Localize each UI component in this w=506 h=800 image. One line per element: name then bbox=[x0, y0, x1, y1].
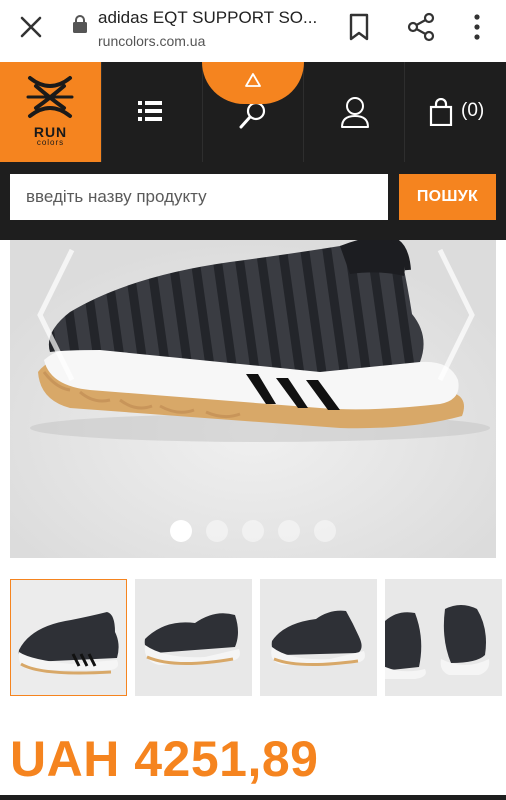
slider-dot[interactable] bbox=[206, 520, 228, 542]
search-input[interactable] bbox=[10, 174, 388, 220]
product-image-gallery[interactable] bbox=[10, 240, 496, 558]
thumbnail-image bbox=[18, 612, 119, 675]
thumbnail-4[interactable] bbox=[385, 579, 502, 696]
footer-bar bbox=[0, 795, 506, 800]
thumbnail-image bbox=[271, 610, 365, 667]
search-button[interactable]: ПОШУК bbox=[399, 174, 496, 220]
share-icon[interactable] bbox=[406, 12, 436, 42]
user-icon bbox=[341, 97, 369, 128]
close-icon[interactable] bbox=[18, 14, 44, 40]
previous-image-arrow-icon[interactable] bbox=[32, 240, 82, 390]
logo-mark-icon bbox=[26, 76, 74, 118]
search-icon bbox=[239, 101, 266, 129]
triangle-up-icon bbox=[245, 73, 261, 87]
product-image bbox=[10, 240, 496, 558]
account-button[interactable] bbox=[303, 62, 405, 162]
bookmark-icon[interactable] bbox=[348, 13, 370, 41]
slider-pagination bbox=[170, 520, 350, 544]
slider-dot[interactable] bbox=[170, 520, 192, 542]
list-menu-icon bbox=[138, 101, 162, 121]
cart-count: (0) bbox=[461, 100, 485, 121]
shopping-bag-icon bbox=[429, 98, 453, 126]
next-image-arrow-icon[interactable] bbox=[430, 240, 480, 390]
lock-icon bbox=[73, 15, 87, 33]
search-bar: ПОШУК bbox=[0, 162, 506, 240]
slider-dot[interactable] bbox=[242, 520, 264, 542]
thumbnail-2[interactable] bbox=[135, 579, 252, 696]
thumbnail-image bbox=[385, 605, 490, 679]
logo-subtext: colors bbox=[36, 138, 65, 147]
slider-dot[interactable] bbox=[314, 520, 336, 542]
thumbnail-1[interactable] bbox=[10, 579, 127, 696]
menu-button[interactable] bbox=[101, 62, 203, 162]
thumbnail-3[interactable] bbox=[260, 579, 377, 696]
thumbnail-strip bbox=[10, 579, 506, 696]
page-title: adidas EQT SUPPORT SO... bbox=[98, 8, 318, 27]
site-logo[interactable]: RUN colors bbox=[0, 62, 101, 162]
browser-toolbar: adidas EQT SUPPORT SO... runcolors.com.u… bbox=[0, 0, 506, 62]
more-vert-icon[interactable] bbox=[470, 12, 484, 42]
product-price: UAH 4251,89 bbox=[10, 731, 319, 787]
thumbnail-image bbox=[144, 613, 240, 665]
slider-dot[interactable] bbox=[278, 520, 300, 542]
page-url[interactable]: runcolors.com.ua bbox=[98, 33, 205, 49]
cart-button[interactable]: (0) bbox=[404, 62, 506, 162]
